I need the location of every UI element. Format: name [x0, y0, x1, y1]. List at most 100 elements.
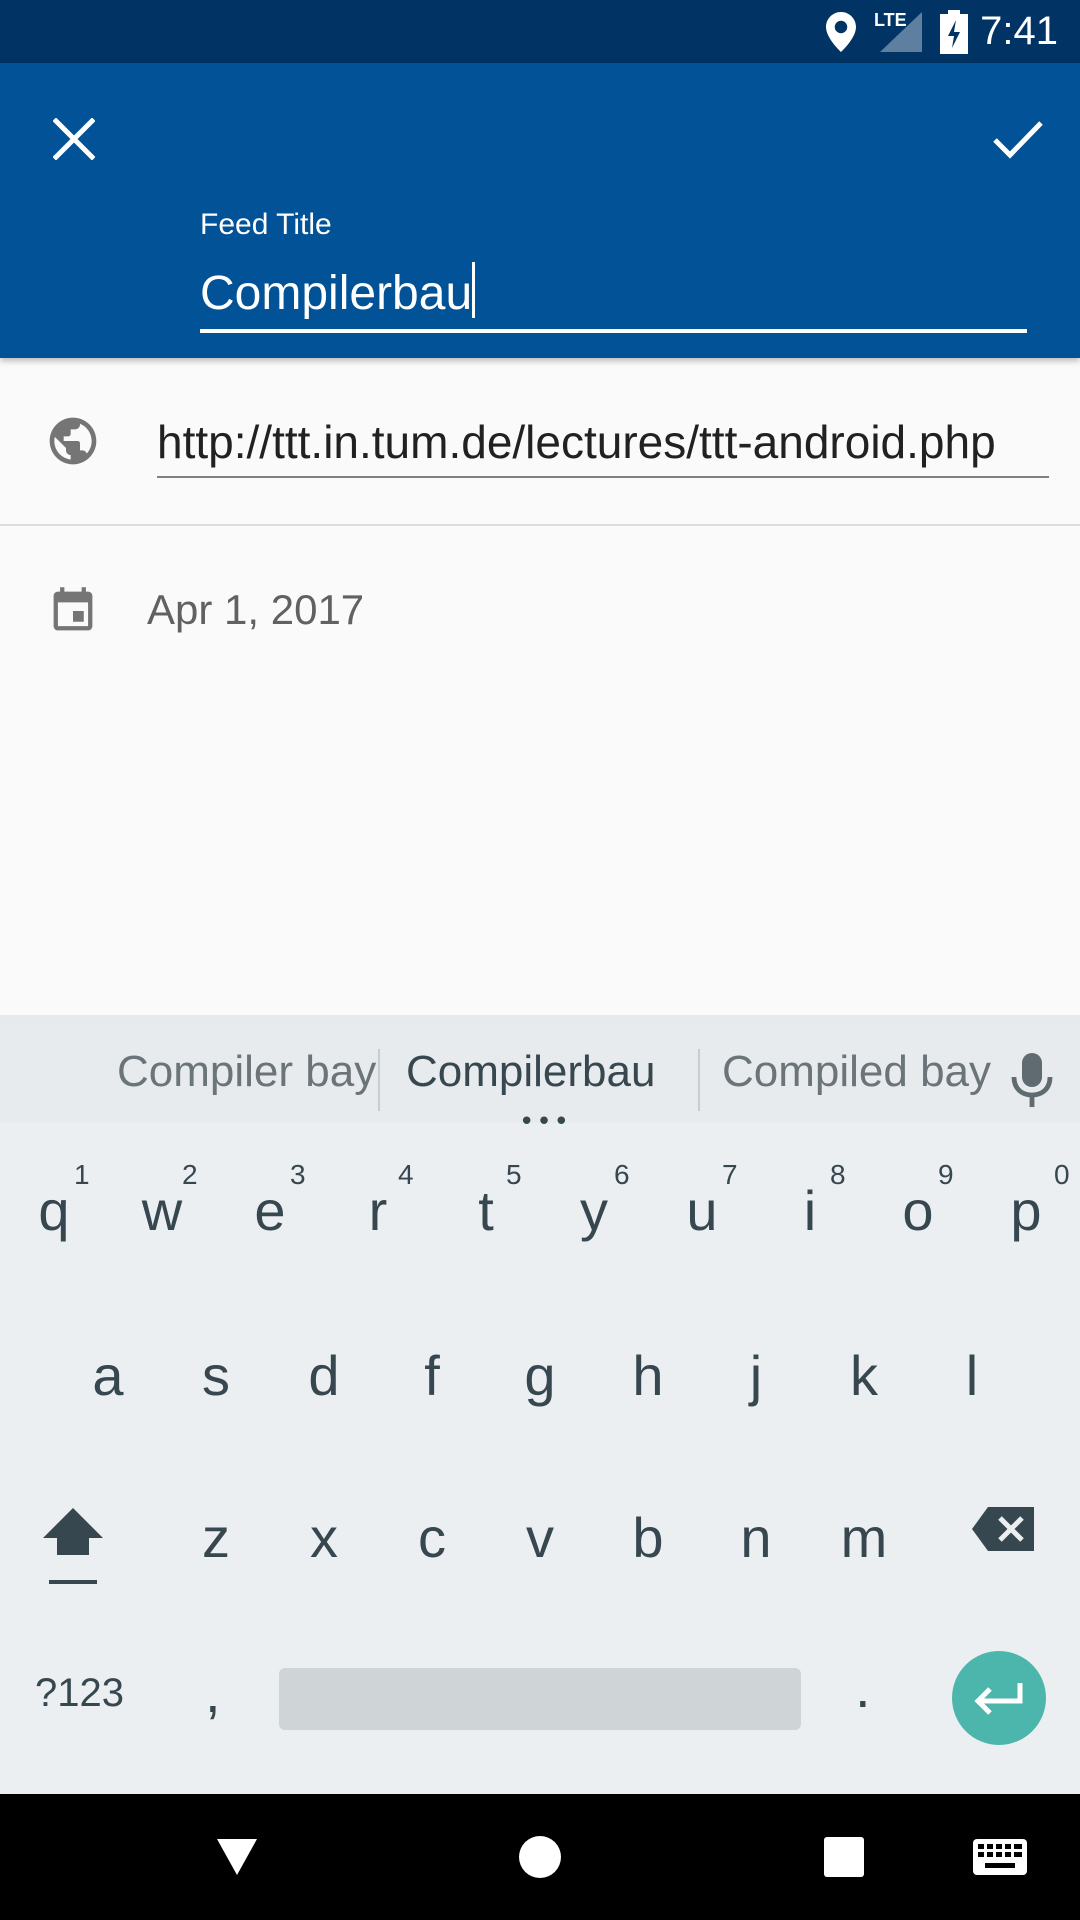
key-letter: l	[965, 1344, 979, 1407]
key-e[interactable]: e3	[220, 1123, 320, 1273]
symbols-key[interactable]: ?123	[35, 1671, 124, 1716]
date-row[interactable]: Apr 1, 2017	[0, 528, 1080, 698]
key-letter: k	[850, 1344, 878, 1407]
backspace-icon	[972, 1507, 1034, 1551]
keyboard-switch-button[interactable]	[972, 1827, 1028, 1887]
check-icon	[993, 121, 1043, 159]
signal-icon	[880, 12, 922, 52]
suggestion-center[interactable]: Compilerbau	[406, 1047, 655, 1097]
key-m[interactable]: m	[814, 1435, 914, 1585]
key-letter: a	[92, 1344, 124, 1407]
key-letter: g	[524, 1344, 556, 1407]
battery-charging-icon	[940, 10, 968, 54]
key-letter: j	[749, 1344, 763, 1407]
key-number-hint: 4	[398, 1159, 414, 1190]
location-icon	[826, 12, 856, 52]
key-letter: b	[632, 1506, 664, 1569]
key-x[interactable]: x	[274, 1435, 374, 1585]
key-f[interactable]: f	[382, 1273, 482, 1423]
key-h[interactable]: h	[598, 1273, 698, 1423]
status-bar: LTE 7:41	[0, 0, 1080, 63]
feed-title-label: Feed Title	[200, 208, 332, 241]
shift-icon	[43, 1508, 103, 1555]
key-s[interactable]: s	[166, 1273, 266, 1423]
key-c[interactable]: c	[382, 1435, 482, 1585]
close-icon	[53, 118, 95, 160]
soft-keyboard: Compiler bay Compilerbau Compiled bay ••…	[0, 1015, 1080, 1794]
shift-indicator	[49, 1580, 97, 1584]
text-cursor	[472, 262, 476, 318]
back-button[interactable]	[207, 1827, 267, 1887]
status-time: 7:41	[980, 9, 1058, 53]
key-letter: m	[840, 1506, 888, 1569]
key-number-hint: 3	[290, 1159, 306, 1190]
url-input[interactable]: http://ttt.in.tum.de/lectures/ttt-androi…	[157, 410, 1049, 478]
key-u[interactable]: u7	[652, 1123, 752, 1273]
suggestion-divider	[698, 1049, 700, 1111]
suggestion-right[interactable]: Compiled bay	[722, 1047, 991, 1097]
key-number-hint: 9	[938, 1159, 954, 1190]
key-letter: n	[740, 1506, 772, 1569]
home-circle-icon	[519, 1836, 561, 1878]
key-letter: s	[202, 1344, 230, 1407]
date-value: Apr 1, 2017	[147, 586, 365, 633]
app-bar: Feed Title Compilerbau	[0, 63, 1080, 358]
key-number-hint: 7	[722, 1159, 738, 1190]
suggestion-divider	[378, 1049, 380, 1111]
confirm-button[interactable]	[978, 99, 1058, 179]
key-k[interactable]: k	[814, 1273, 914, 1423]
backspace-key[interactable]	[970, 1505, 1042, 1565]
key-b[interactable]: b	[598, 1435, 698, 1585]
key-t[interactable]: t5	[436, 1123, 536, 1273]
recents-square-icon	[824, 1837, 864, 1877]
key-r[interactable]: r4	[328, 1123, 428, 1273]
key-letter: d	[308, 1344, 340, 1407]
key-p[interactable]: p0	[976, 1123, 1076, 1273]
key-z[interactable]: z	[166, 1435, 266, 1585]
home-button[interactable]	[510, 1827, 570, 1887]
period-key[interactable]: .	[855, 1655, 871, 1720]
space-key[interactable]	[279, 1668, 801, 1730]
key-j[interactable]: j	[706, 1273, 806, 1423]
key-letter: c	[418, 1506, 446, 1569]
key-i[interactable]: i8	[760, 1123, 860, 1273]
feed-title-value: Compilerbau	[200, 267, 473, 320]
calendar-icon	[53, 587, 93, 631]
key-o[interactable]: o9	[868, 1123, 968, 1273]
comma-key[interactable]: ,	[205, 1660, 221, 1725]
key-number-hint: 1	[74, 1159, 90, 1190]
key-number-hint: 6	[614, 1159, 630, 1190]
url-value: http://ttt.in.tum.de/lectures/ttt-androi…	[157, 416, 996, 468]
key-d[interactable]: d	[274, 1273, 374, 1423]
globe-icon	[49, 417, 97, 465]
key-letter: v	[526, 1506, 554, 1569]
enter-key[interactable]	[952, 1651, 1046, 1745]
key-number-hint: 0	[1054, 1159, 1070, 1190]
key-letter: f	[424, 1344, 440, 1407]
navigation-bar	[0, 1794, 1080, 1920]
key-n[interactable]: n	[706, 1435, 806, 1585]
suggestion-left[interactable]: Compiler bay	[117, 1047, 376, 1097]
recents-button[interactable]	[814, 1827, 874, 1887]
key-number-hint: 2	[182, 1159, 198, 1190]
key-number-hint: 8	[830, 1159, 846, 1190]
key-w[interactable]: w2	[112, 1123, 212, 1273]
key-l[interactable]: l	[922, 1273, 1022, 1423]
microphone-icon[interactable]	[1010, 1053, 1054, 1109]
key-q[interactable]: q1	[4, 1123, 104, 1273]
enter-icon	[974, 1683, 1023, 1715]
key-letter: x	[310, 1506, 338, 1569]
key-letter: h	[632, 1344, 664, 1407]
keyboard-icon	[973, 1839, 1027, 1875]
back-triangle-icon	[217, 1839, 257, 1875]
shift-key[interactable]	[40, 1505, 110, 1595]
key-y[interactable]: y6	[544, 1123, 644, 1273]
key-g[interactable]: g	[490, 1273, 590, 1423]
suggestion-strip: Compiler bay Compilerbau Compiled bay ••…	[0, 1015, 1080, 1135]
close-button[interactable]	[34, 99, 114, 179]
url-row: http://ttt.in.tum.de/lectures/ttt-androi…	[0, 358, 1080, 526]
key-v[interactable]: v	[490, 1435, 590, 1585]
key-a[interactable]: a	[58, 1273, 158, 1423]
key-number-hint: 5	[506, 1159, 522, 1190]
feed-title-input[interactable]: Compilerbau	[200, 261, 1027, 333]
